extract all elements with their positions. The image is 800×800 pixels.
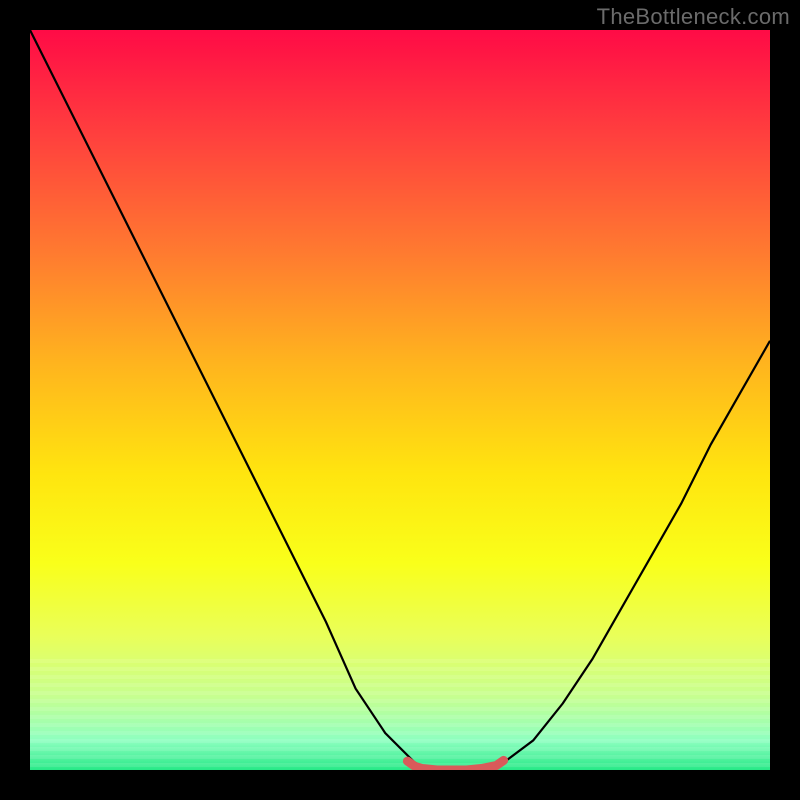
chart-svg <box>30 30 770 770</box>
chart-frame: TheBottleneck.com <box>0 0 800 800</box>
main-curve-line <box>30 30 770 770</box>
watermark-text: TheBottleneck.com <box>597 4 790 30</box>
plot-area <box>30 30 770 770</box>
trough-marker-line <box>407 760 503 770</box>
